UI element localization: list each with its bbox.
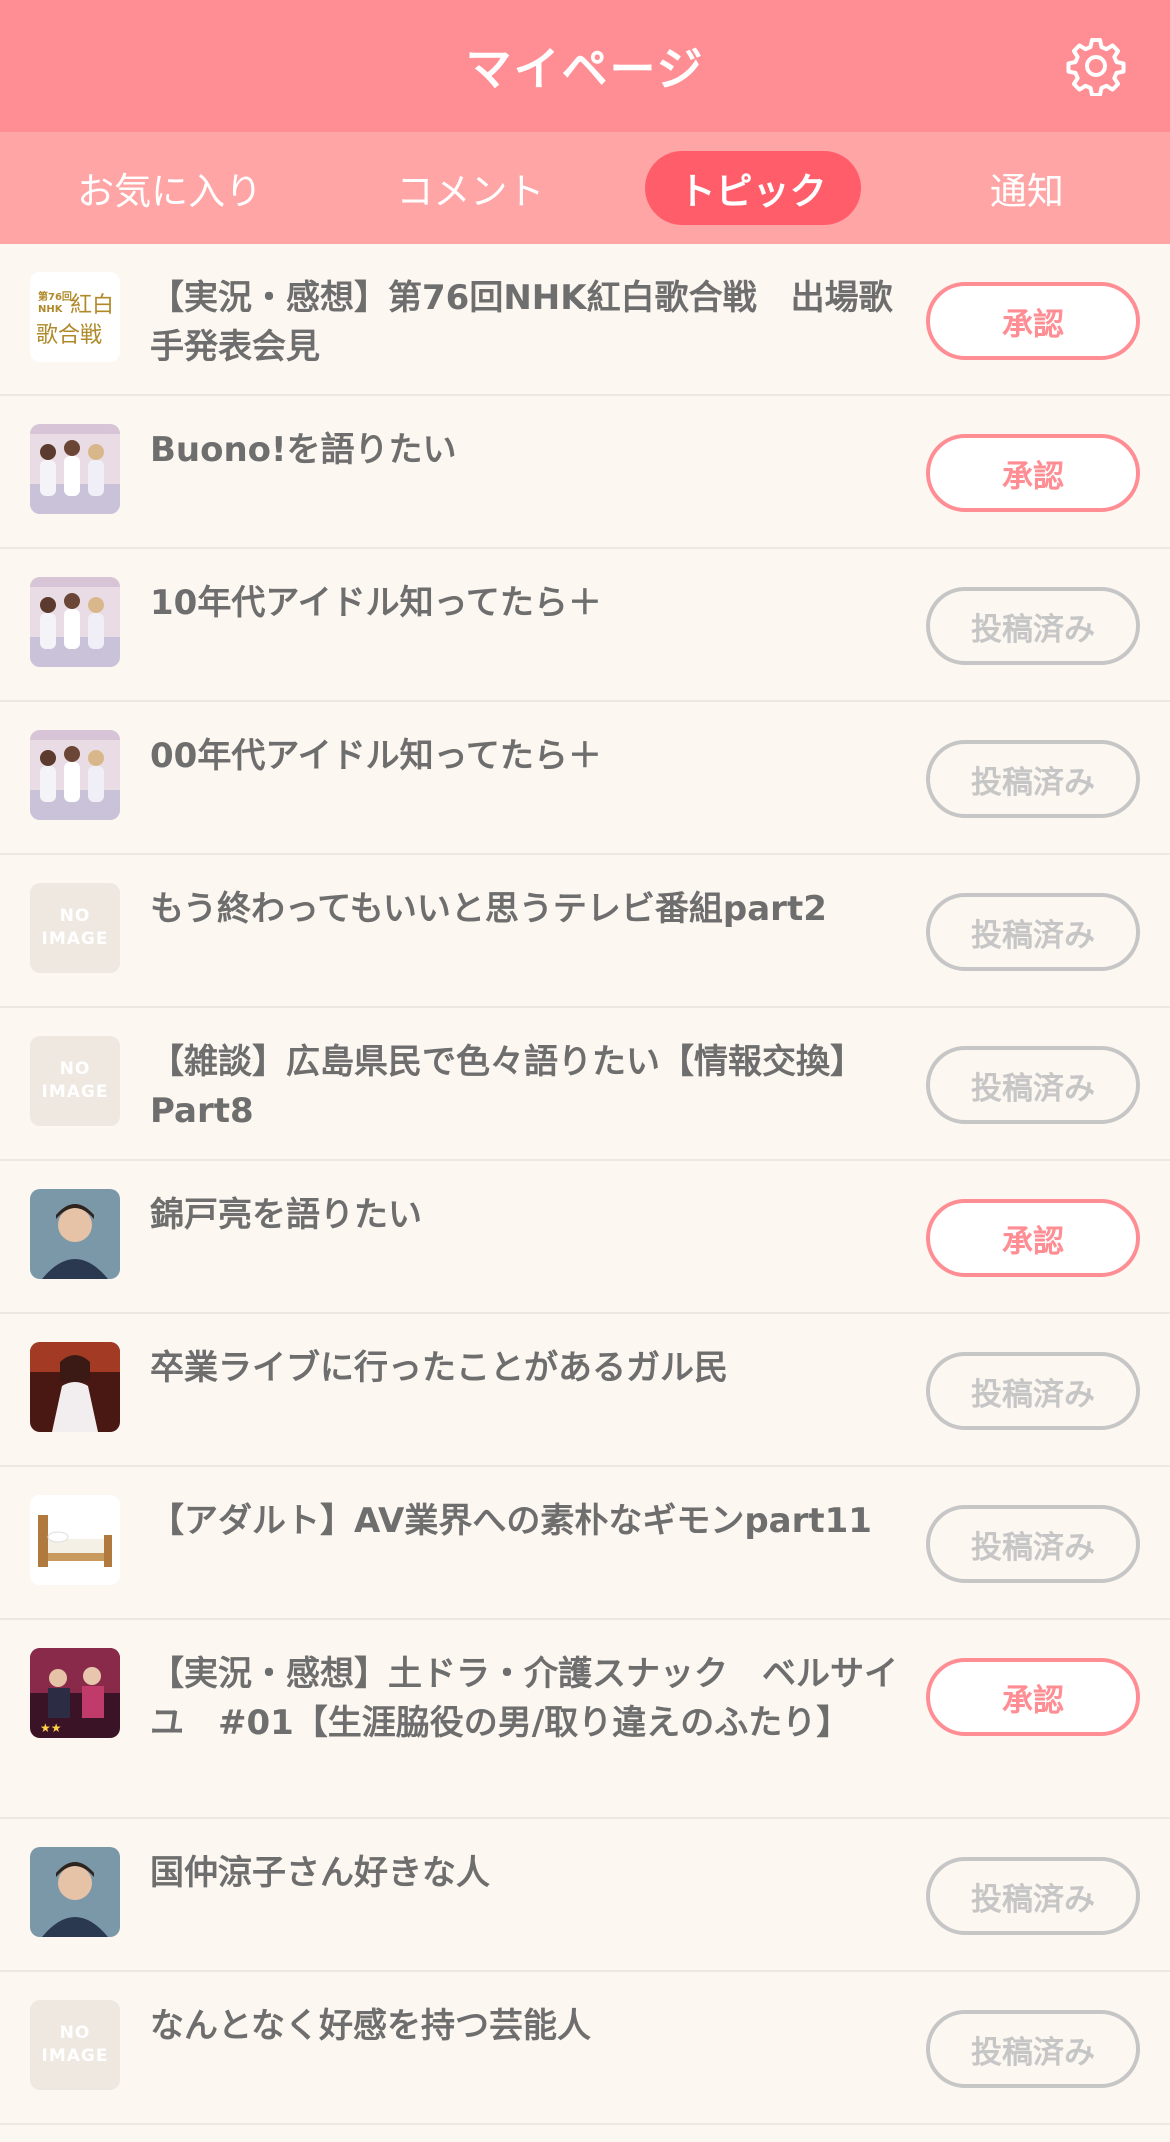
tab-notifications[interactable]: 通知 [927,151,1127,225]
topic-title: Buono!を語りたい [150,430,457,470]
approve-button[interactable]: 承認 [926,434,1140,512]
page-title: マイページ [465,42,705,96]
no-image-label: IMAGE [41,2046,109,2066]
topic-title: 卒業ライブに行ったことがあるガル民 [150,1348,728,1388]
svg-text:歌合戦: 歌合戦 [36,323,102,348]
topic-thumbnail: ★★ [30,1648,120,1738]
svg-text:第76回: 第76回 [38,290,72,303]
topic-thumbnail [30,1495,120,1585]
topic-row[interactable]: ★★ 【実況・感想】土ドラ・介護スナック ベルサイユ #01【生涯脇役の男/取り違… [0,1620,1170,1819]
topic-thumbnail [30,1847,120,1937]
posted-status-button[interactable]: 投稿済み [926,893,1140,971]
topic-title: 【アダルト】AV業界への素朴なギモンpart11 [150,1501,872,1541]
topic-row[interactable]: 10年代アイドル知ってたら＋ 投稿済み [0,549,1170,702]
no-image-thumbnail: NO IMAGE [30,2000,120,2090]
topic-thumbnail [30,1189,120,1279]
topic-row[interactable]: Buono!を語りたい 承認 [0,396,1170,549]
posted-status-button[interactable]: 投稿済み [926,1857,1140,1935]
topic-title: 00年代アイドル知ってたら＋ [150,736,602,776]
no-image-label: IMAGE [41,929,109,949]
tab-favorites[interactable]: お気に入り [43,151,296,225]
tab-bar: お気に入り コメント トピック 通知 [0,132,1170,244]
tab-comments[interactable]: コメント [362,151,578,225]
topic-title: 【実況・感想】土ドラ・介護スナック ベルサイユ #01【生涯脇役の男/取り違えの… [150,1654,898,1743]
no-image-thumbnail: NO IMAGE [30,883,120,973]
approve-button[interactable]: 承認 [926,1658,1140,1736]
no-image-label: NO [59,906,91,926]
gear-icon[interactable] [1066,36,1126,96]
approve-button[interactable]: 承認 [926,1199,1140,1277]
topic-title: なんとなく好感を持つ芸能人 [150,2006,591,2046]
topic-thumbnail [30,424,120,514]
topic-row[interactable]: NO IMAGE なんとなく好感を持つ芸能人 投稿済み [0,1972,1170,2125]
posted-status-button[interactable]: 投稿済み [926,1046,1140,1124]
topic-row[interactable]: 00年代アイドル知ってたら＋ 投稿済み [0,702,1170,855]
topic-title: 国仲涼子さん好きな人 [150,1853,490,1893]
topic-thumbnail: 第76回 NHK 紅白歌合戦 [30,272,120,362]
app-header: マイページ [0,0,1170,132]
svg-text:NHK: NHK [38,304,64,315]
topic-title: 【実況・感想】第76回NHK紅白歌合戦 出場歌手発表会見 [150,278,893,367]
posted-status-button[interactable]: 投稿済み [926,1505,1140,1583]
no-image-label: IMAGE [41,1082,109,1102]
topic-title: 10年代アイドル知ってたら＋ [150,583,602,623]
topic-row[interactable]: 国仲涼子さん好きな人 投稿済み [0,1819,1170,1972]
topic-row[interactable]: 卒業ライブに行ったことがあるガル民 投稿済み [0,1314,1170,1467]
tab-topics[interactable]: トピック [644,151,861,225]
topic-thumbnail [30,730,120,820]
topic-title: 【雑談】広島県民で色々語りたい【情報交換】Part8 [150,1042,864,1131]
topic-row[interactable]: 錦戸亮を語りたい 承認 [0,1161,1170,1314]
approve-button[interactable]: 承認 [926,282,1140,360]
svg-text:★★: ★★ [40,1721,62,1735]
topic-row[interactable]: NO IMAGE 【雑談】広島県民で色々語りたい【情報交換】Part8 投稿済み [0,1008,1170,1161]
no-image-label: NO [59,1059,91,1079]
no-image-label: NO [59,2023,91,2043]
topic-row[interactable]: NO IMAGE もう終わってもいいと思うテレビ番組part2 投稿済み [0,855,1170,1008]
svg-text:紅白: 紅白 [70,293,114,318]
posted-status-button[interactable]: 投稿済み [926,1352,1140,1430]
topic-title: 錦戸亮を語りたい [150,1195,422,1235]
topic-row[interactable]: 第76回 NHK 紅白歌合戦 【実況・感想】第76回NHK紅白歌合戦 出場歌手発表会見… [0,244,1170,396]
topic-row[interactable]: 【アダルト】AV業界への素朴なギモンpart11 投稿済み [0,1467,1170,1620]
topic-thumbnail [30,1342,120,1432]
posted-status-button[interactable]: 投稿済み [926,740,1140,818]
posted-status-button[interactable]: 投稿済み [926,587,1140,665]
topic-title: もう終わってもいいと思うテレビ番組part2 [150,889,827,929]
topic-thumbnail [30,577,120,667]
posted-status-button[interactable]: 投稿済み [926,2010,1140,2088]
topic-list: 第76回 NHK 紅白歌合戦 【実況・感想】第76回NHK紅白歌合戦 出場歌手発表会見… [0,244,1170,2125]
no-image-thumbnail: NO IMAGE [30,1036,120,1126]
